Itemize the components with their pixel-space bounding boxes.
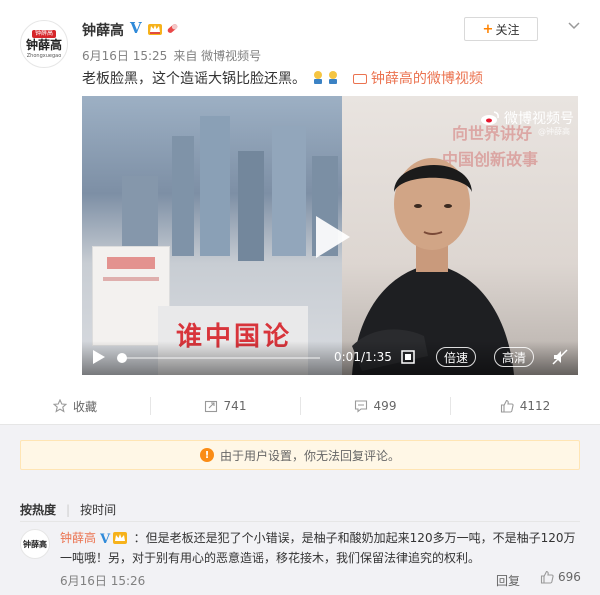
comment-body: ：但是老板还是犯了个小错误，是柚子和酸奶加起来120多万一吨，不是柚子120万一… <box>60 531 576 565</box>
post-meta: 6月16日 15:25 来自 微博视频号 <box>82 47 261 64</box>
repost-button[interactable]: 741 <box>150 388 300 424</box>
follow-label: 关注 <box>495 22 520 37</box>
tab-sort-hot[interactable]: 按热度 <box>20 503 56 517</box>
thumbs-up-icon <box>540 570 554 584</box>
video-player[interactable]: 向世界讲好 中国创新故事 谁中国论 微博视频号 @钟薛高 0:01/1:35 倍… <box>82 96 578 375</box>
speed-button[interactable]: 倍速 <box>436 347 476 367</box>
warning-icon: ! <box>199 448 214 462</box>
crown-badge-icon <box>148 24 162 35</box>
video-icon <box>352 74 367 84</box>
video-watermark: 微博视频号 @钟薛高 <box>480 108 574 136</box>
comment-text: 钟薛高 V ：但是老板还是犯了个小错误，是柚子和酸奶加起来120多万一吨，不是柚… <box>60 528 580 568</box>
comment-count: 499 <box>373 399 397 413</box>
comment-section: ! 由于用户设置，你无法回复评论。 按热度 | 按时间 钟薛高 钟薛高 V ：但是老… <box>0 425 600 595</box>
post-source[interactable]: 来自 微博视频号 <box>173 49 261 63</box>
weibo-logo-icon <box>481 111 499 125</box>
verified-v-icon: V <box>130 19 142 37</box>
comment-sort-tabs: 按热度 | 按时间 <box>20 501 126 518</box>
video-controls: 0:01/1:35 倍速 高清 <box>82 341 578 375</box>
action-bar: 收藏 741 499 4112 <box>0 388 600 424</box>
comment-icon <box>354 400 367 413</box>
author-name[interactable]: 钟薛高 <box>82 20 124 40</box>
video-link-label: 钟薛高的微博视频 <box>370 71 483 87</box>
mute-icon[interactable] <box>552 349 568 365</box>
avatar-brand-tag: 钟薛高 <box>31 29 56 38</box>
video-link[interactable]: 钟薛高的微博视频 <box>352 71 483 87</box>
thumbs-up-icon <box>500 399 514 413</box>
capsule-badge-icon <box>167 24 178 33</box>
play-icon[interactable] <box>92 349 106 365</box>
collect-label: 收藏 <box>72 399 97 414</box>
repost-icon <box>204 400 217 413</box>
comment-user[interactable]: 钟薛高 <box>60 531 96 545</box>
avatar-brand-sub: Zhongxuegao <box>26 52 62 59</box>
weibo-post-card: 钟薛高 钟薛高 Zhongxuegao 钟薛高 V 6月16日 15:25 来自 … <box>0 0 600 595</box>
emoji-icon <box>314 71 323 84</box>
reply-disabled-notice: ! 由于用户设置，你无法回复评论。 <box>20 440 580 470</box>
play-overlay-icon[interactable] <box>310 212 354 262</box>
repost-count: 741 <box>223 399 247 413</box>
comment-reply-button[interactable]: 回复 <box>496 572 520 589</box>
like-count: 4112 <box>519 399 551 413</box>
collect-button[interactable]: 收藏 <box>0 388 150 424</box>
progress-knob[interactable] <box>117 353 128 363</box>
plus-icon: + <box>482 21 494 37</box>
emoji-icon <box>329 71 338 84</box>
avatar-brand-name: 钟薛高 <box>25 37 62 52</box>
post-date[interactable]: 6月16日 15:25 <box>82 49 167 63</box>
verified-crown-icon: V <box>100 532 127 545</box>
follow-button[interactable]: + 关注 <box>464 17 538 41</box>
quality-button[interactable]: 高清 <box>494 347 534 367</box>
notice-text: 由于用户设置，你无法回复评论。 <box>219 448 400 463</box>
like-button[interactable]: 4112 <box>450 388 600 424</box>
watermark-text: 微博视频号 <box>504 111 574 127</box>
time-display: 0:01/1:35 <box>334 350 392 364</box>
author-avatar[interactable]: 钟薛高 钟薛高 Zhongxuegao <box>20 20 68 68</box>
comment-like-button[interactable]: 696 <box>540 570 581 584</box>
comment-time: 6月16日 15:26 <box>60 574 146 588</box>
watermark-sub: @钟薛高 <box>538 127 570 136</box>
sort-divider <box>20 521 580 522</box>
tab-separator: | <box>66 503 71 517</box>
comment-button[interactable]: 499 <box>300 388 450 424</box>
comment-avatar[interactable]: 钟薛高 <box>20 529 50 559</box>
tab-sort-time[interactable]: 按时间 <box>80 503 116 517</box>
fullscreen-icon[interactable] <box>400 349 416 365</box>
video-speaker <box>352 158 514 375</box>
chevron-down-icon[interactable] <box>566 17 582 33</box>
progress-bar[interactable] <box>117 353 320 363</box>
star-icon <box>52 399 67 413</box>
svg-text:V: V <box>100 532 111 545</box>
post-body: 老板脸黑，这个造谣大锅比脸还黑。 <box>82 71 306 87</box>
comment-like-count: 696 <box>558 570 581 584</box>
post-text: 老板脸黑，这个造谣大锅比脸还黑。 钟薛高的微博视频 <box>82 68 483 88</box>
